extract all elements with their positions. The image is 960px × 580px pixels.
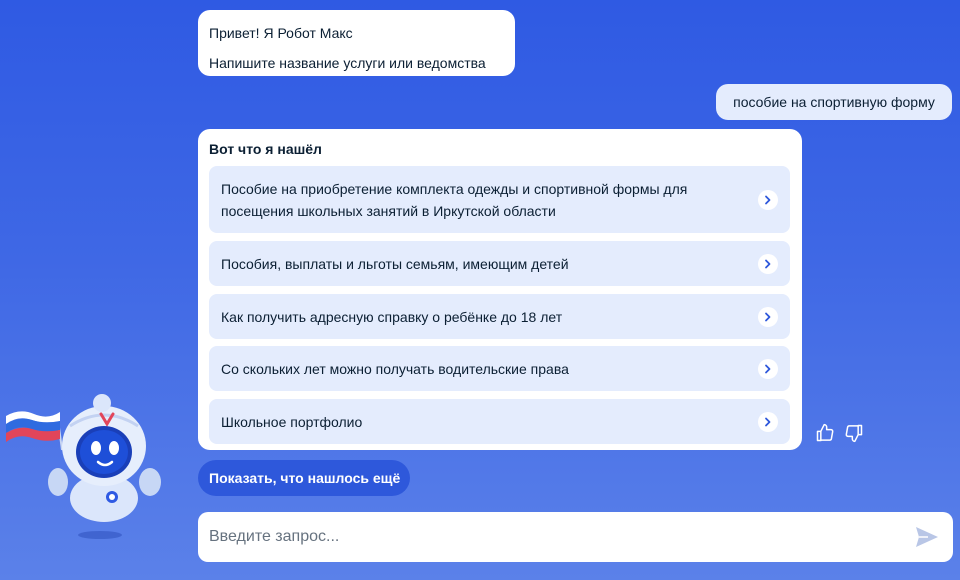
result-item[interactable]: Со скольких лет можно получать водительс… [209,346,790,391]
show-more-button[interactable]: Показать, что нашлось ещё [198,460,410,496]
russian-flag [6,411,63,451]
result-item-label: Пособия, выплаты и льготы семьям, имеющи… [221,255,569,272]
query-input[interactable] [209,512,899,562]
result-item[interactable]: Пособия, выплаты и льготы семьям, имеющи… [209,241,790,286]
search-results-card: Вот что я нашёл Пособие на приобретение … [198,129,802,450]
result-item-label: Как получить адресную справку о ребёнке … [221,308,563,325]
chevron-right-icon [758,306,778,327]
chevron-right-icon [758,411,778,432]
result-item[interactable]: Пособие на приобретение комплекта одежды… [209,166,790,233]
send-icon[interactable] [914,525,940,549]
chevron-right-icon [758,253,778,274]
query-input-bar [198,512,953,562]
result-item-label: Школьное портфолио [221,413,363,430]
thumbs-down-icon[interactable] [843,422,865,444]
bot-greeting-line-1: Привет! Я Робот Макс [209,25,353,41]
bot-greeting-line-2: Напишите название услуги или ведомства [209,55,486,71]
result-item-label: Со скольких лет можно получать водительс… [221,360,569,377]
result-item[interactable]: Как получить адресную справку о ребёнке … [209,294,790,339]
result-item[interactable]: Школьное портфолио [209,399,790,444]
robot-max-mascot [0,390,180,550]
thumbs-up-icon[interactable] [814,422,836,444]
bot-greeting-bubble: Привет! Я Робот Макс Напишите название у… [198,10,515,76]
chevron-right-icon [758,189,778,210]
chevron-right-icon [758,358,778,379]
user-message-bubble: пособие на спортивную форму [716,84,952,120]
results-title: Вот что я нашёл [209,141,322,157]
result-item-label: Пособие на приобретение комплекта одежды… [221,180,688,219]
